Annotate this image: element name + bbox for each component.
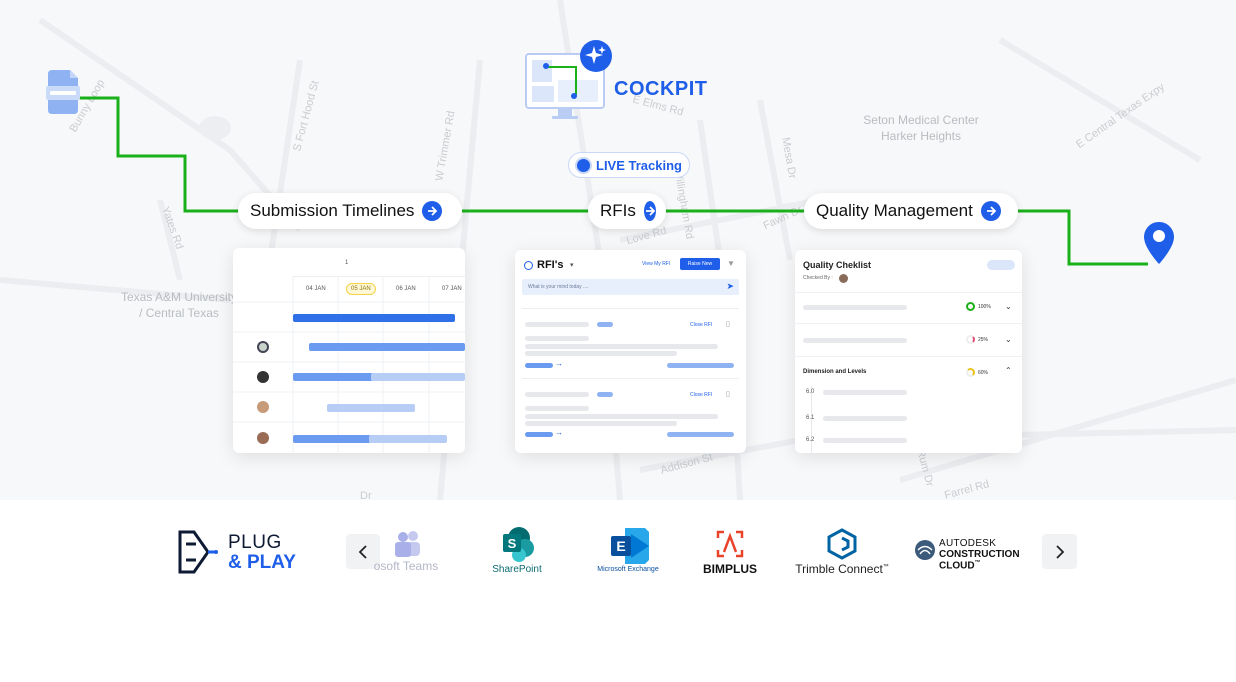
integration-teams[interactable]: osoft Teams <box>366 530 446 573</box>
row-percent: 100% <box>978 304 991 310</box>
arrow-right-icon[interactable]: → <box>555 359 563 368</box>
live-tracking-badge: LIVE Tracking <box>568 152 690 178</box>
sharepoint-label: SharePoint <box>492 564 542 575</box>
avatar <box>257 401 269 413</box>
bimplus-icon <box>716 530 744 558</box>
plug-line1: PLUG <box>228 532 282 553</box>
rfis-pill[interactable]: RFIs <box>588 193 666 229</box>
sharepoint-letter: S <box>508 536 517 551</box>
rfi-input-placeholder: What is your mind today .... <box>528 284 589 290</box>
teams-label: osoft Teams <box>373 559 439 573</box>
send-icon[interactable]: ➤ <box>726 281 734 292</box>
timeline-bar[interactable] <box>371 373 465 381</box>
avatar <box>257 371 269 383</box>
row-percent: 25% <box>978 337 989 343</box>
filter-icon[interactable]: ▼ <box>727 259 735 268</box>
plug-icon <box>178 530 218 574</box>
cockpit-logo: COCKPIT <box>524 40 724 124</box>
trash-icon[interactable]: ▯ <box>726 390 730 398</box>
rfi-card: RFI's ▾ View My RFI Raise New ▼ What is … <box>515 250 746 453</box>
plug-line2: & PLAY <box>228 552 296 573</box>
progress-ring-icon <box>966 302 975 311</box>
timeline-bar[interactable] <box>327 404 415 412</box>
live-tracking-label: LIVE Tracking <box>596 157 682 173</box>
timeline-bar[interactable] <box>369 435 447 443</box>
exchange-icon: E <box>611 528 649 564</box>
arrow-right-icon[interactable] <box>980 201 1001 221</box>
rfi-title: RFI's <box>537 259 564 271</box>
close-rfi-link[interactable]: Close RFI <box>690 322 712 328</box>
subitem-number: 6.0 <box>806 389 815 395</box>
pill-label: Submission Timelines <box>250 201 415 220</box>
avatar <box>839 274 848 283</box>
quality-checklist-card: Quality Cheklist Checked By : 100% ⌄ 25%… <box>795 250 1022 453</box>
integration-exchange[interactable]: E Microsoft Exchange <box>594 526 662 573</box>
timeline-bar[interactable] <box>293 373 373 381</box>
exchange-label: Microsoft Exchange <box>597 566 659 573</box>
document-icon <box>46 70 80 114</box>
integration-autodesk[interactable]: AUTODESK CONSTRUCTION CLOUD™ <box>914 538 1026 572</box>
row-percent: 60% <box>978 370 989 376</box>
view-my-rfi-link[interactable]: View My RFI <box>642 261 670 267</box>
progress-ring-icon <box>966 368 975 377</box>
monitor-map-icon <box>525 40 612 119</box>
quality-title: Quality Cheklist <box>803 260 872 270</box>
trimble-name: Trimble Connect <box>795 562 883 576</box>
location-pin-icon <box>1144 222 1174 264</box>
chevron-right-icon <box>1055 544 1064 559</box>
trimble-icon <box>827 528 857 560</box>
section-label: Dimension and Levels <box>803 369 867 375</box>
live-dot-icon <box>577 158 590 172</box>
avatar <box>257 432 269 444</box>
pill-label: RFIs <box>600 201 636 220</box>
carousel-next-button[interactable] <box>1042 534 1077 569</box>
subitem-number: 6.2 <box>806 437 815 443</box>
submission-timelines-pill[interactable]: Submission Timelines <box>238 193 462 229</box>
trash-icon[interactable]: ▯ <box>726 320 730 328</box>
cockpit-title: COCKPIT <box>614 78 708 100</box>
chevron-down-icon[interactable]: ⌄ <box>1005 302 1012 311</box>
chevron-down-icon[interactable]: ▾ <box>570 261 574 269</box>
quality-management-pill[interactable]: Quality Management <box>804 193 1018 229</box>
avatar <box>257 341 269 353</box>
rfi-input[interactable]: What is your mind today .... ➤ <box>522 279 739 295</box>
autodesk-line1: AUTODESK <box>939 538 997 549</box>
arrow-right-icon[interactable] <box>422 201 443 221</box>
checked-by-label: Checked By : <box>803 275 833 281</box>
autodesk-icon <box>915 540 935 560</box>
autodesk-line2: CONSTRUCTION <box>939 549 1020 560</box>
timeline-bar[interactable] <box>293 435 371 443</box>
trademark-mark: ™ <box>974 560 981 566</box>
chevron-up-icon[interactable]: ⌃ <box>1005 366 1012 375</box>
autodesk-line3: CLOUD™ <box>939 560 981 571</box>
rfi-info-icon <box>524 261 533 270</box>
autodesk-cloud: CLOUD <box>939 560 975 572</box>
submission-timeline-card: 1 04 JAN 05 JAN 06 JAN 07 JAN <box>233 248 465 453</box>
plug-and-play-logo: PLUG & PLAY <box>176 530 306 574</box>
chevron-down-icon[interactable]: ⌄ <box>1005 335 1012 344</box>
pill-label: Quality Management <box>816 201 973 220</box>
arrow-right-icon[interactable] <box>643 201 656 221</box>
arrow-right-icon[interactable]: → <box>555 428 563 437</box>
sharepoint-icon: S <box>503 527 534 562</box>
integration-trimble[interactable]: Trimble Connect™ <box>795 528 889 576</box>
marketing-canvas: Bunny Loop S Fort Hood St W Trimmer Rd E… <box>0 0 1236 682</box>
subitem-number: 6.1 <box>806 415 815 421</box>
exchange-letter: E <box>616 538 625 554</box>
integration-bimplus[interactable]: BIMPLUS <box>700 528 760 576</box>
progress-ring-icon <box>966 335 975 344</box>
trimble-label: Trimble Connect™ <box>795 562 889 576</box>
raise-new-button[interactable]: Raise New <box>680 258 720 270</box>
timeline-bar[interactable] <box>293 314 455 322</box>
bimplus-label: BIMPLUS <box>703 562 757 576</box>
timeline-bar[interactable] <box>309 343 465 351</box>
integration-sharepoint[interactable]: S SharePoint <box>488 526 546 575</box>
teams-icon <box>395 531 420 557</box>
trademark-mark: ™ <box>882 564 889 570</box>
close-rfi-link[interactable]: Close RFI <box>690 392 712 398</box>
status-toggle[interactable] <box>987 260 1015 270</box>
